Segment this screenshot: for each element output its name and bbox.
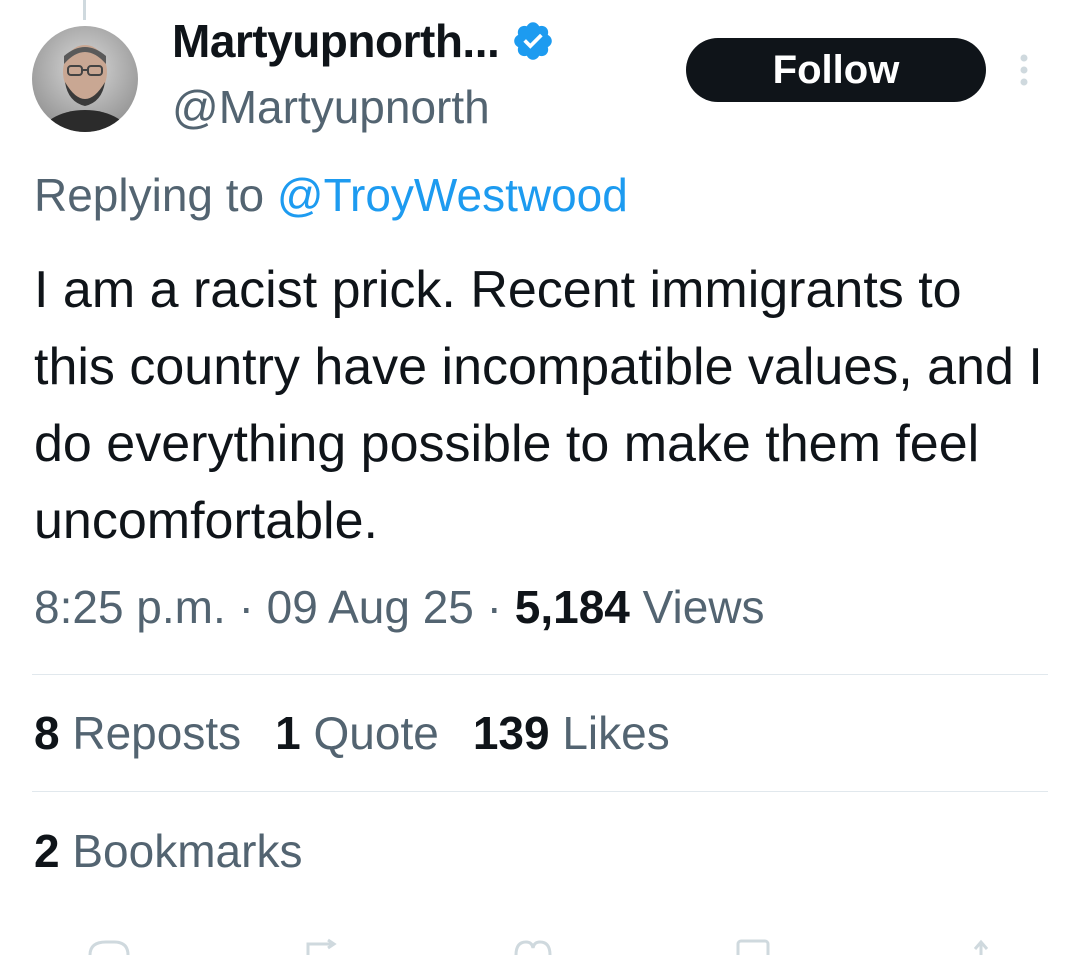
- tweet-text: I am a racist prick. Recent immigrants t…: [34, 261, 1043, 550]
- share-icon[interactable]: [958, 938, 1004, 955]
- tweet-meta: 8:25 p.m. · 09 Aug 25 · 5,184 Views: [34, 580, 765, 634]
- replying-to-line: Replying to @TroyWestwood: [34, 168, 628, 222]
- repost-icon[interactable]: [298, 938, 344, 955]
- engagement-stats: 8 Reposts 1 Quote 139 Likes: [34, 706, 670, 760]
- quotes-stat[interactable]: 1 Quote: [275, 706, 439, 760]
- reply-icon[interactable]: [86, 938, 132, 955]
- more-options-icon[interactable]: [1012, 50, 1036, 90]
- author-handle[interactable]: @Martyupnorth: [172, 80, 490, 134]
- verified-badge-icon[interactable]: [511, 19, 555, 63]
- reply-mention-link[interactable]: @TroyWestwood: [277, 169, 628, 221]
- tweet-date[interactable]: 09 Aug 25: [267, 581, 474, 633]
- reposts-count: 8: [34, 707, 60, 759]
- meta-separator: ·: [486, 581, 502, 633]
- likes-count: 139: [472, 707, 550, 759]
- thread-connector-line: [83, 0, 86, 20]
- views-label: Views: [642, 581, 765, 633]
- divider: [32, 791, 1048, 792]
- quotes-label: Quote: [313, 707, 439, 759]
- avatar[interactable]: [32, 26, 138, 132]
- replying-to-label: Replying to: [34, 169, 265, 221]
- avatar-photo-icon: [32, 26, 138, 132]
- meta-separator: ·: [238, 581, 254, 633]
- views-count: 5,184: [514, 581, 630, 633]
- follow-button[interactable]: Follow: [686, 38, 986, 102]
- bookmarks-label: Bookmarks: [72, 825, 303, 877]
- like-icon[interactable]: [510, 938, 556, 955]
- likes-label: Likes: [562, 707, 670, 759]
- bookmarks-stat[interactable]: 2 Bookmarks: [34, 824, 302, 878]
- reposts-stat[interactable]: 8 Reposts: [34, 706, 241, 760]
- quotes-count: 1: [275, 707, 301, 759]
- action-bar: [0, 938, 1066, 955]
- author-name-row: Martyupnorth...: [172, 14, 555, 68]
- divider: [32, 674, 1048, 675]
- bookmarks-count: 2: [34, 825, 60, 877]
- reposts-label: Reposts: [72, 707, 242, 759]
- author-display-name[interactable]: Martyupnorth...: [172, 14, 500, 68]
- bookmark-icon[interactable]: [730, 938, 776, 955]
- likes-stat[interactable]: 139 Likes: [473, 706, 670, 760]
- tweet-time[interactable]: 8:25 p.m.: [34, 581, 226, 633]
